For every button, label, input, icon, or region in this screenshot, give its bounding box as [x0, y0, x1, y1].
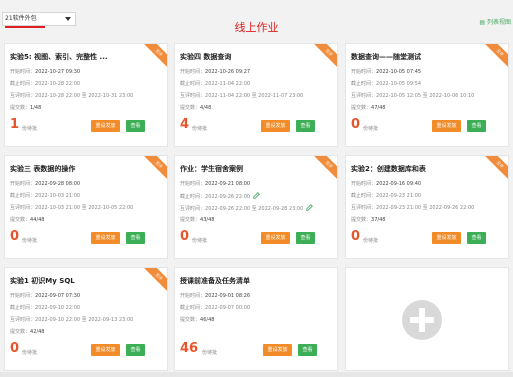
resend-button[interactable]: 重设发放 — [91, 120, 120, 132]
submitted-count: 提交数：42/48 — [10, 329, 45, 335]
assignment-card[interactable]: 互评 实验5: 视图、索引、完整性 ... 开始时间：2022-10-27 09:3… — [4, 43, 168, 147]
review-time: 互评时间：2022-09-10 22:00 至 2022-09-13 23:00 — [10, 317, 134, 323]
pending-label: 份待批 — [22, 126, 38, 132]
pending-count: 46 — [180, 341, 199, 356]
pending-label: 份待批 — [22, 238, 38, 244]
plus-icon — [402, 300, 442, 340]
start-time: 开始时间：2022-09-07 07:30 — [10, 293, 81, 299]
pending-count: 0 — [180, 229, 190, 244]
start-time: 开始时间：2022-10-05 07:45 — [351, 69, 422, 75]
topbar: 21软件外包 线上作业 ▤ 列表视图 — [0, 0, 513, 40]
review-time: 互评时间：2022-09-26 22:00 至 2022-09-28 23:00 — [180, 204, 314, 212]
submitted-count: 提交数：1/48 — [10, 105, 42, 111]
deadline-time: 截止时间：2022-11-04 22:00 — [180, 81, 251, 87]
assignment-card[interactable]: 互评 实验1 初识My SQL 开始时间：2022-09-07 07:30 截止时间：… — [4, 267, 168, 371]
start-time: 开始时间：2022-10-26 09:27 — [180, 69, 251, 75]
submitted-count: 提交数：43/48 — [180, 217, 215, 223]
assignment-card[interactable]: 互评 实验2：创建数据库和表 开始时间：2022-09-16 09:40 截止时间：2… — [345, 155, 509, 259]
assignment-title: 数据查询——随堂测试 — [351, 53, 421, 61]
view-button[interactable]: 查看 — [296, 120, 315, 132]
review-time: 互评时间：2022-10-05 12:05 至 2022-10-06 10:10 — [351, 93, 475, 99]
pending-count: 0 — [351, 229, 361, 244]
pending-count: 4 — [180, 117, 190, 132]
start-time: 开始时间：2022-09-28 08:00 — [10, 181, 81, 187]
assignment-title: 实验1 初识My SQL — [10, 277, 75, 285]
review-ribbon: 互评 — [141, 44, 167, 70]
pending-count: 0 — [351, 117, 361, 132]
deadline-time: 截止时间：2022-10-28 22:00 — [10, 81, 81, 87]
view-button[interactable]: 查看 — [467, 232, 486, 244]
resend-button[interactable]: 重设发放 — [432, 120, 461, 132]
submitted-count: 提交数：47/48 — [351, 105, 386, 111]
add-assignment-card[interactable] — [345, 267, 509, 371]
review-time: 互评时间：2022-10-28 22:00 至 2022-10-31 23:00 — [10, 93, 134, 99]
bottom-strip — [0, 372, 513, 377]
review-ribbon: 互评 — [311, 44, 337, 70]
assignment-card[interactable]: 互评 实验四 数据查询开始时间：2022-10-26 09:27 截止时间：2022… — [174, 43, 338, 147]
view-button[interactable]: 查看 — [126, 344, 145, 356]
resend-button[interactable]: 重设发放 — [263, 344, 292, 356]
view-button[interactable]: 查看 — [298, 344, 317, 356]
assignment-card[interactable]: 互评 作业：学生宿舍案例开始时间：2022-09-21 08:00 截止时间：202… — [174, 155, 338, 259]
deadline-time: 截止时间：2022-09-26 22:00 — [180, 192, 260, 200]
review-ribbon: 互评 — [141, 156, 167, 182]
pending-count: 0 — [10, 229, 20, 244]
review-ribbon: 互评 — [311, 156, 337, 182]
deadline-time: 截止时间：2022-09-10 22:00 — [10, 305, 81, 311]
pending-count: 1 — [10, 117, 20, 132]
assignment-title: 实验5: 视图、索引、完整性 ... — [10, 53, 108, 61]
resend-button[interactable]: 重设发放 — [261, 120, 290, 132]
pending-label: 份待批 — [363, 126, 379, 132]
assignment-title: 作业：学生宿舍案例 — [180, 165, 243, 173]
assignment-title: 实验2：创建数据库和表 — [351, 165, 426, 173]
pending-label: 份待批 — [22, 350, 38, 356]
assignment-title: 实验三 表数据的操作 — [10, 165, 76, 173]
submitted-count: 提交数：37/48 — [351, 217, 386, 223]
deadline-time: 截止时间：2022-09-07 00:00 — [180, 305, 251, 311]
review-time: 互评时间：2022-11-04 22:00 至 2022-11-07 23:00 — [180, 93, 304, 99]
resend-button[interactable]: 重设发放 — [432, 232, 461, 244]
view-button[interactable]: 查看 — [467, 120, 486, 132]
pending-label: 份待批 — [192, 126, 208, 132]
submitted-count: 提交数：46/48 — [180, 317, 215, 323]
assignment-card[interactable]: 互评 数据查询——随堂测试 开始时间：2022-10-05 07:45 截止时间：20… — [345, 43, 509, 147]
resend-button[interactable]: 重设发放 — [91, 232, 120, 244]
view-button[interactable]: 查看 — [126, 120, 145, 132]
review-ribbon: 互评 — [141, 268, 167, 294]
deadline-time: 截止时间：2022-09-23 21:00 — [351, 193, 422, 199]
assignment-card[interactable]: 互评 实验三 表数据的操作 开始时间：2022-09-28 08:00 截止时间：20… — [4, 155, 168, 259]
edit-icon[interactable] — [306, 204, 314, 211]
start-time: 开始时间：2022-09-01 08:26 — [180, 293, 251, 299]
page-title: 线上作业 — [234, 21, 279, 34]
pending-label: 份待批 — [192, 238, 208, 244]
view-button[interactable]: 查看 — [296, 232, 315, 244]
start-time: 开始时间：2022-10-27 09:30 — [10, 69, 81, 75]
start-time: 开始时间：2022-09-16 09:40 — [351, 181, 422, 187]
edit-icon[interactable] — [253, 192, 260, 199]
pending-count: 0 — [10, 341, 20, 356]
review-time: 互评时间：2022-09-23 21:00 至 2022-09-26 22:00 — [351, 205, 475, 211]
deadline-time: 截止时间：2022-10-03 21:00 — [10, 193, 81, 199]
pending-label: 份待批 — [363, 238, 379, 244]
deadline-time: 截止时间：2022-10-05 09:54 — [351, 81, 422, 87]
start-time: 开始时间：2022-09-21 08:00 — [180, 181, 251, 187]
resend-button[interactable]: 重设发放 — [261, 232, 290, 244]
assignment-card[interactable]: 授课前准备及任务清单 开始时间：2022-09-01 08:26 截止时间：2022… — [174, 267, 338, 371]
assignment-title: 实验四 数据查询 — [180, 53, 232, 61]
review-time: 互评时间：2022-10-03 21:00 至 2022-10-05 22:00 — [10, 205, 134, 211]
pending-label: 份待批 — [202, 350, 218, 356]
resend-button[interactable]: 重设发放 — [91, 344, 120, 356]
review-ribbon: 互评 — [482, 156, 508, 182]
assignment-title: 授课前准备及任务清单 — [180, 277, 250, 285]
review-ribbon: 互评 — [482, 44, 508, 70]
list-view-toggle[interactable]: ▤ 列表视图 — [479, 17, 511, 26]
submitted-count: 提交数：4/48 — [180, 105, 212, 111]
view-button[interactable]: 查看 — [126, 232, 145, 244]
submitted-count: 提交数：44/48 — [10, 217, 45, 223]
